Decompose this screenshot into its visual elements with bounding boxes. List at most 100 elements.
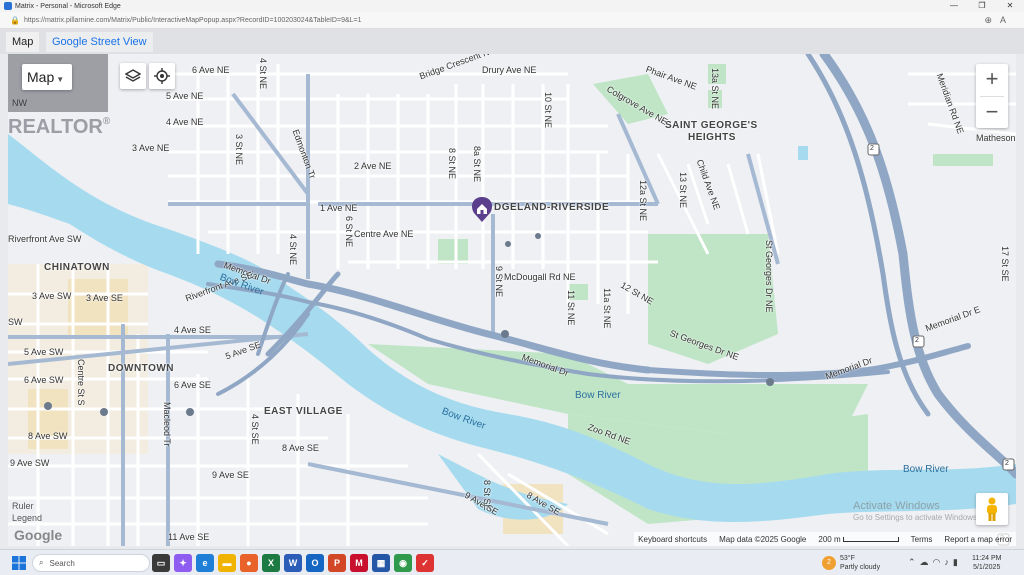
street-label: 1 Ave NE: [320, 203, 358, 213]
scale-bar: [842, 536, 899, 542]
firefox-icon[interactable]: ●: [240, 554, 258, 572]
pegman-icon: [987, 497, 997, 521]
street-label: 9 St NE: [494, 266, 504, 298]
street-label: 8 Ave SE: [282, 443, 319, 453]
zoom-in-button[interactable]: +: [976, 64, 1008, 96]
excel-icon[interactable]: X: [262, 554, 280, 572]
windows-start-icon[interactable]: [12, 556, 26, 570]
highway-shield: 2: [870, 145, 874, 152]
taskbar-search[interactable]: ⌕ Search: [32, 554, 150, 572]
map-type-dropdown[interactable]: Map ▼: [22, 64, 72, 90]
search-icon: ⌕: [39, 558, 44, 567]
minimize-button[interactable]: —: [940, 0, 968, 12]
street-label: 6 St NE: [344, 216, 354, 248]
street-label: Matheson: [976, 133, 1016, 143]
url-text[interactable]: https://matrix.pillarnine.com/Matrix/Pub…: [24, 17, 362, 24]
tab-street-view[interactable]: Google Street View: [46, 32, 153, 52]
property-pin-icon[interactable]: [472, 197, 492, 223]
area-label: HEIGHTS: [688, 132, 736, 143]
taskbar-apps: ▭ ✦ e ▬ ● X W O P M ▦ ◉ ✓: [152, 554, 434, 572]
task-view-icon[interactable]: ▭: [152, 554, 170, 572]
street-label: 6 Ave SW: [24, 375, 64, 385]
edge-icon: [4, 2, 12, 10]
street-label: 9 Ave SW: [10, 458, 50, 468]
street-label: 6 Ave NE: [192, 65, 230, 75]
layers-icon: [125, 69, 141, 82]
street-label: Centre St S: [76, 359, 86, 406]
window-title: Matrix - Personal - Microsoft Edge: [15, 2, 121, 10]
street-label: Riverfront Ave SW: [8, 234, 82, 244]
file-explorer-icon[interactable]: ▬: [218, 554, 236, 572]
map-type-label: Map: [27, 69, 55, 85]
area-label: DGELAND-RIVERSIDE: [494, 202, 610, 213]
street-label: 8 Ave SW: [28, 431, 68, 441]
weather-badge: 2: [822, 556, 836, 570]
google-logo[interactable]: Google: [14, 527, 62, 543]
volume-icon[interactable]: ♪: [944, 557, 953, 567]
street-view-pegman[interactable]: [976, 493, 1008, 525]
street-label: 2 Ave NE: [354, 161, 392, 171]
area-label: EAST VILLAGE: [264, 406, 343, 417]
taskbar-clock[interactable]: 11:24 PM 5/1/2025: [972, 554, 1001, 572]
word-icon[interactable]: W: [284, 554, 302, 572]
clock-time: 11:24 PM: [972, 555, 1002, 562]
address-bar[interactable]: 🔒 https://matrix.pillarnine.com/Matrix/P…: [0, 12, 1024, 29]
outlook-icon[interactable]: O: [306, 554, 324, 572]
street-label: McDougall Rd NE: [504, 272, 576, 282]
locate-button[interactable]: [149, 63, 175, 89]
close-button[interactable]: ✕: [996, 0, 1024, 12]
street-label: 10 St NE: [543, 92, 553, 129]
street-label: 11 Ave SE: [168, 532, 210, 542]
street-label: Centre Ave NE: [354, 229, 414, 239]
water-label: Bow River: [903, 464, 949, 475]
street-label: 3 Ave NE: [132, 143, 170, 153]
cloud-icon[interactable]: ☁: [920, 557, 933, 567]
report-map-error-link[interactable]: Report a map error: [944, 535, 1012, 544]
battery-icon[interactable]: ▮: [953, 557, 962, 567]
zoom-icon[interactable]: ⊕A: [984, 15, 1014, 26]
registered-mark: ®: [102, 116, 111, 127]
highway-shield: 2: [1005, 460, 1009, 467]
system-tray[interactable]: ⌃☁◠♪▮: [908, 557, 962, 568]
tab-map[interactable]: Map: [6, 32, 40, 52]
store-icon[interactable]: ▦: [372, 554, 390, 572]
edge-icon[interactable]: e: [196, 554, 214, 572]
copilot-icon[interactable]: ✦: [174, 554, 192, 572]
zoom-out-button[interactable]: −: [976, 97, 1008, 129]
street-label: 3 Ave SE: [86, 293, 123, 303]
street-label: 13a St NE: [710, 68, 720, 110]
chrome-icon[interactable]: ◉: [394, 554, 412, 572]
street-label: 9 Ave SE: [212, 470, 249, 480]
activate-windows-watermark: Activate Windows Go to Settings to activ…: [853, 500, 979, 524]
street-label: 8a St NE: [472, 146, 482, 183]
street-label: 3 Ave SW: [32, 291, 72, 301]
street-label: 5 Ave SW: [24, 347, 64, 357]
map-data-text: Map data ©2025 Google: [719, 534, 807, 544]
layers-button[interactable]: [120, 63, 146, 89]
street-label: 11 St NE: [566, 290, 576, 326]
keyboard-shortcuts-link[interactable]: Keyboard shortcuts: [638, 535, 707, 544]
crosshair-icon: [154, 68, 170, 84]
window-controls: — ❐ ✕: [940, 0, 1024, 12]
weather-widget[interactable]: 2 53°F Partly cloudy: [822, 554, 880, 572]
street-label: Macleod Tr: [162, 402, 172, 447]
map-view-tabs: Map Google Street View: [0, 29, 1024, 54]
wifi-icon[interactable]: ◠: [933, 557, 945, 567]
legend-link[interactable]: Legend: [12, 512, 42, 524]
lock-icon[interactable]: 🔒: [10, 16, 20, 25]
mcafee-icon[interactable]: M: [350, 554, 368, 572]
zoom-control: + −: [976, 64, 1008, 128]
ruler-link[interactable]: Ruler: [12, 500, 42, 512]
area-label: SAINT GEORGE'S: [665, 120, 758, 131]
scale-indicator[interactable]: 200 m: [818, 535, 899, 544]
map-canvas[interactable]: 2 2 2 2 SAINT GEORGE'S HEIGHTS DGELAND-R…: [8, 54, 1016, 546]
weather-temp: 53°F: [840, 555, 855, 562]
maximize-button[interactable]: ❐: [968, 0, 996, 12]
street-label: 12a St NE: [638, 180, 648, 222]
powerpoint-icon[interactable]: P: [328, 554, 346, 572]
street-label: 4 St SE: [250, 414, 260, 445]
chevron-up-icon[interactable]: ⌃: [908, 557, 920, 567]
chevron-down-icon: ▼: [56, 75, 65, 84]
todo-icon[interactable]: ✓: [416, 554, 434, 572]
terms-link[interactable]: Terms: [911, 535, 933, 544]
